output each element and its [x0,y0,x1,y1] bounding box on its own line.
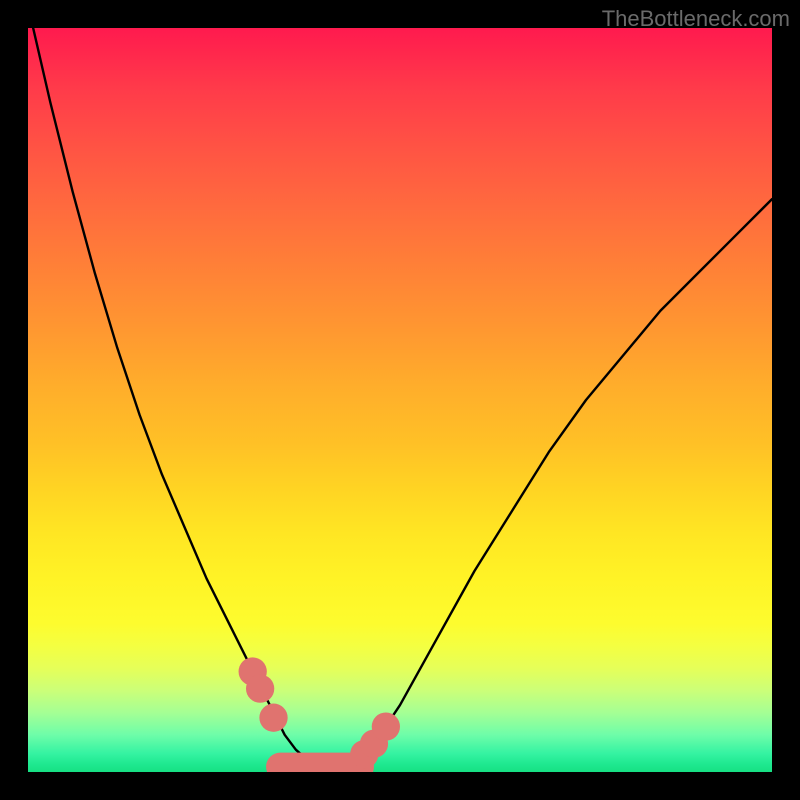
chart-svg [28,28,772,772]
dot-left-low [259,704,287,732]
chart-frame: TheBottleneck.com [0,0,800,800]
watermark-text: TheBottleneck.com [602,6,790,32]
dot-left-mid [246,675,274,703]
marker-layer [239,657,400,768]
dot-right-up [372,712,400,740]
chart-plot-area [28,28,772,772]
curve-layer [28,28,772,767]
bottleneck-curve [28,28,772,767]
